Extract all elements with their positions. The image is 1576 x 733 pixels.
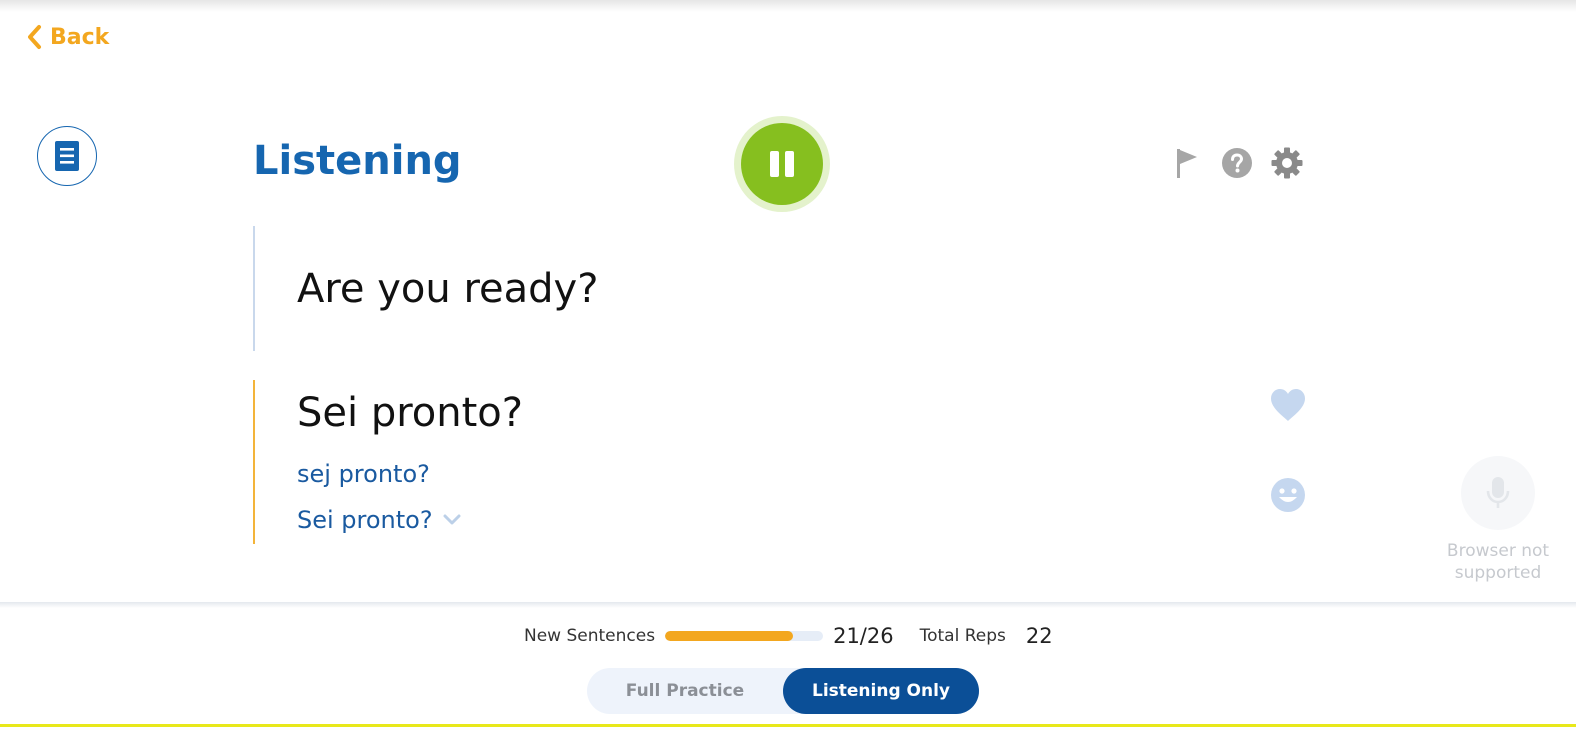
bottom-accent-bar <box>0 724 1576 727</box>
settings-button[interactable] <box>1270 146 1304 180</box>
progress-bar-fill <box>665 631 793 641</box>
top-toolbar <box>1170 146 1304 180</box>
gear-icon <box>1271 147 1303 179</box>
pause-button-ring <box>734 116 830 212</box>
heart-icon[interactable] <box>1269 387 1307 423</box>
transcript-button[interactable] <box>37 126 97 186</box>
pause-button[interactable] <box>741 123 823 205</box>
prompt-sentence: Are you ready? <box>297 266 599 312</box>
progress-row: New Sentences 21/26 Total Reps 22 <box>524 623 1053 649</box>
progress-bar <box>665 631 824 641</box>
mode-toggle: Full Practice Listening Only <box>587 668 979 714</box>
bottom-divider <box>0 602 1576 608</box>
microphone-status: Browser not supported <box>1446 541 1550 583</box>
total-reps-label: Total Reps <box>919 626 1006 646</box>
progress-count: 21/26 <box>833 624 894 648</box>
phonetic-text: sej pronto? <box>297 460 430 488</box>
transliteration-toggle[interactable]: Sei pronto? <box>297 506 461 534</box>
chevron-down-icon <box>443 514 461 525</box>
help-button[interactable] <box>1220 146 1254 180</box>
top-shadow <box>0 0 1576 12</box>
back-link[interactable]: Back <box>26 24 109 50</box>
prompt-block: Are you ready? <box>253 226 1153 351</box>
microphone-icon <box>1486 477 1510 508</box>
answer-block: Sei pronto? sej pronto? Sei pronto? <box>253 380 1153 544</box>
document-icon <box>55 141 79 171</box>
total-reps-value: 22 <box>1025 624 1053 648</box>
chevron-left-icon <box>28 25 41 49</box>
mode-full-practice[interactable]: Full Practice <box>587 668 783 714</box>
back-label: Back <box>50 24 110 50</box>
flag-icon <box>1177 149 1197 178</box>
help-icon <box>1222 148 1252 178</box>
mode-listening-only[interactable]: Listening Only <box>783 668 979 714</box>
pause-icon <box>770 151 794 177</box>
microphone-button[interactable] <box>1461 456 1535 530</box>
page-title: Listening <box>253 138 462 184</box>
report-button[interactable] <box>1170 146 1204 180</box>
answer-sentence: Sei pronto? <box>297 390 523 436</box>
new-sentences-label: New Sentences <box>524 626 656 646</box>
smile-icon[interactable] <box>1270 477 1306 513</box>
transliteration-text: Sei pronto? <box>297 506 433 534</box>
